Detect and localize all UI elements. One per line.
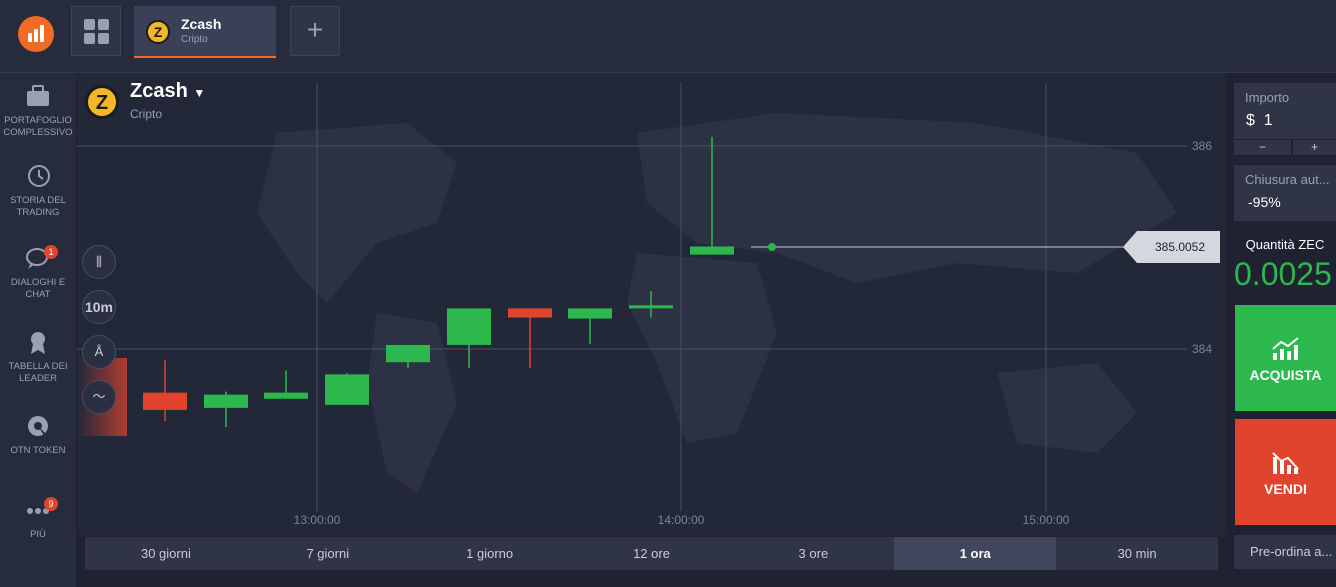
asset-tab-zcash[interactable]: Z Zcash Cripto: [134, 6, 276, 58]
x-tick-label: 13:00:00: [294, 513, 341, 527]
more-badge: 9: [44, 497, 58, 511]
timeframe-12-hours[interactable]: 12 ore: [571, 537, 733, 570]
candle-body: [508, 308, 552, 318]
amount-increase-button[interactable]: +: [1293, 140, 1336, 155]
candle-body: [386, 344, 430, 363]
sidebar-item-label: STORIA DEL TRADING: [10, 195, 66, 218]
sidebar-item-label: OTN TOKEN: [10, 445, 66, 456]
sidebar-item-label: TABELLA DEI LEADER: [8, 361, 68, 384]
candle-body: [690, 246, 734, 255]
asset-category: Cripto: [130, 107, 163, 121]
world-map-background: [257, 113, 1177, 493]
sidebar-item-label: PORTAFOGLIO COMPLESSIVO: [3, 115, 73, 138]
timeframe-1-hour[interactable]: 1 ora: [894, 537, 1057, 570]
asset-title-text: Zcash: [130, 80, 188, 102]
sell-label: VENDI: [1264, 481, 1307, 497]
indicators-button[interactable]: 〜: [82, 380, 116, 414]
autoclose-value: -95%: [1248, 194, 1281, 210]
top-bar: Z Zcash Cripto +: [0, 0, 1336, 73]
timeframe-30-min[interactable]: 30 min: [1056, 537, 1218, 570]
trend-down-icon: [1271, 452, 1299, 474]
zcash-coin-icon: Z: [85, 85, 119, 119]
zcash-coin-icon: Z: [146, 20, 170, 44]
sidebar-item-label: DIALOGHI E CHAT: [10, 277, 66, 300]
timeframe-1-day[interactable]: 1 giorno: [409, 537, 571, 570]
timeframe-3-hours[interactable]: 3 ore: [732, 537, 894, 570]
medal-icon: [31, 332, 45, 354]
y-tick-label: 384: [1192, 342, 1212, 356]
x-tick-label: 14:00:00: [658, 513, 705, 527]
timeframe-bar: 30 giorni 7 giorni 1 giorno 12 ore 3 ore…: [85, 537, 1218, 570]
quantity-value: 0.0025: [1234, 256, 1332, 292]
brand-logo-icon[interactable]: [18, 16, 54, 52]
preorder-button[interactable]: Pre-ordina a...: [1234, 535, 1336, 569]
sidebar-item-label: PIÙ: [30, 529, 46, 540]
add-asset-button[interactable]: +: [290, 6, 340, 56]
autoclose-label: Chiusura aut...: [1245, 172, 1330, 187]
price-chart[interactable]: 385.0052 386 384 13:00:00 14:00:00 15:00:00 …: [77, 73, 1225, 535]
candlestick-chart: 385.0052 386 384 13:00:00 14:00:00 15:00:00: [77, 83, 1220, 527]
chart-type-button[interactable]: ⫼: [82, 245, 116, 279]
plus-icon: +: [306, 14, 324, 45]
drawing-tools-button[interactable]: Å: [82, 335, 116, 369]
x-tick-label: 15:00:00: [1023, 513, 1070, 527]
autoclose-field[interactable]: Chiusura aut... -95%: [1234, 165, 1336, 221]
sidebar-item-otn[interactable]: OTN TOKEN: [0, 413, 76, 457]
amount-decrease-button[interactable]: −: [1234, 140, 1291, 155]
asset-tab-name: Zcash: [181, 16, 222, 32]
sidebar-item-more[interactable]: 9 PIÙ: [0, 497, 76, 541]
caret-down-icon: ▼: [193, 86, 206, 100]
quantity-label: Quantità ZEC: [1245, 237, 1325, 252]
briefcase-icon: [27, 85, 49, 106]
current-price-label: 385.0052: [1155, 240, 1205, 254]
sidebar-item-chat[interactable]: 1 DIALOGHI E CHAT: [0, 245, 76, 301]
indicator-icon: 〜: [92, 389, 106, 404]
candle-body: [447, 308, 491, 345]
otn-icon: [28, 416, 49, 437]
candle-body: [325, 374, 369, 405]
candle-body: [143, 392, 187, 410]
candle-body: [568, 308, 612, 319]
sidebar: PORTAFOGLIO COMPLESSIVO STORIA DEL TRADI…: [0, 73, 76, 587]
history-icon: [28, 165, 50, 187]
sidebar-item-leaderboard[interactable]: TABELLA DEI LEADER: [0, 329, 76, 385]
amount-field[interactable]: Importo $ 1: [1234, 83, 1336, 139]
candle-body: [629, 305, 673, 309]
asset-tab-category: Cripto: [181, 34, 208, 45]
compass-icon: Å: [94, 344, 104, 359]
chat-badge: 1: [44, 245, 58, 259]
timeframe-30-days[interactable]: 30 giorni: [85, 537, 247, 570]
buy-label: ACQUISTA: [1249, 367, 1322, 383]
amount-label: Importo: [1245, 90, 1290, 105]
candles-icon: ⫼: [96, 254, 102, 269]
timeframe-7-days[interactable]: 7 giorni: [247, 537, 409, 570]
candle-body: [264, 392, 308, 399]
interval-button[interactable]: 10m: [82, 290, 116, 324]
candle-body: [204, 394, 248, 408]
sidebar-item-history[interactable]: STORIA DEL TRADING: [0, 163, 76, 219]
price-dot: [768, 242, 776, 251]
y-tick-label: 386: [1192, 139, 1212, 153]
asset-grid-button[interactable]: [71, 6, 121, 56]
sidebar-item-portfolio[interactable]: PORTAFOGLIO COMPLESSIVO: [0, 83, 76, 139]
sell-button[interactable]: VENDI: [1235, 419, 1336, 525]
buy-button[interactable]: ACQUISTA: [1235, 305, 1336, 411]
trend-up-icon: [1271, 337, 1299, 360]
asset-title[interactable]: Zcash ▼: [130, 80, 205, 103]
amount-value: $ 1: [1246, 112, 1273, 129]
